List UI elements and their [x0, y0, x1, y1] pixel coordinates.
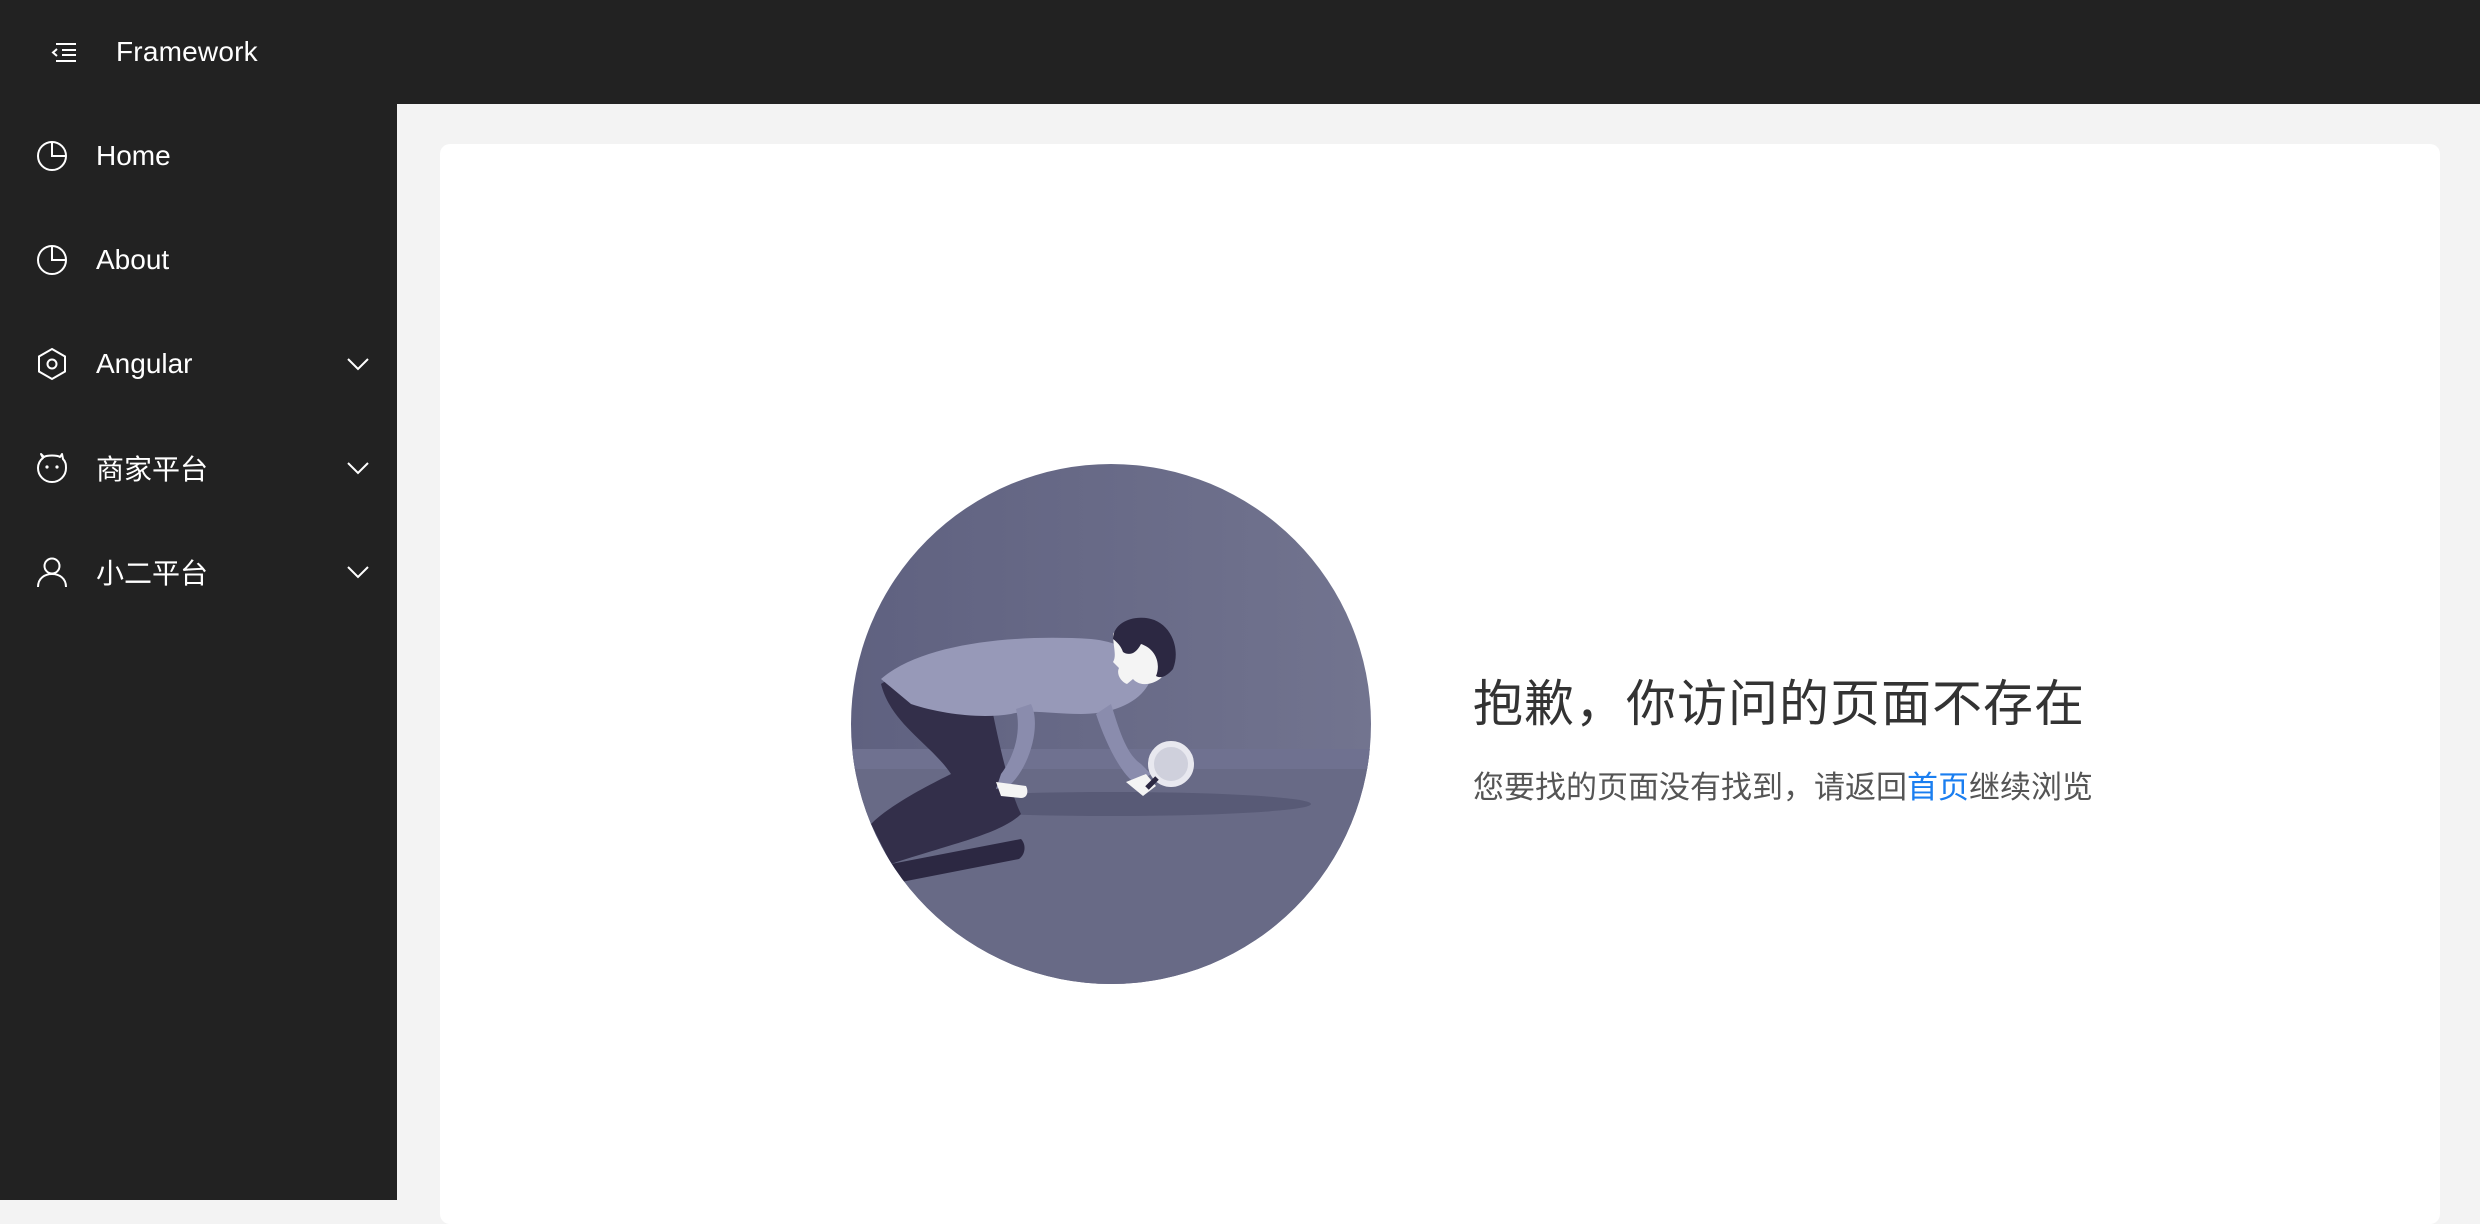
error-desc-before: 您要找的页面没有找到，请返回	[1473, 770, 1907, 806]
sidebar-item-operator-platform[interactable]: 小二平台	[0, 520, 397, 624]
sidebar-item-label: Home	[96, 140, 171, 171]
not-found-illustration	[851, 464, 1371, 984]
sidebar-item-label: Angular	[96, 348, 193, 379]
chevron-down-icon[interactable]	[344, 350, 372, 378]
home-link[interactable]: 首页	[1907, 770, 1969, 806]
pie-chart-icon	[34, 242, 70, 278]
sidebar-item-label: 商家平台	[96, 454, 209, 485]
menu-fold-icon[interactable]	[46, 34, 82, 70]
sidebar-item-about[interactable]: About	[0, 208, 397, 312]
sidebar-item-label: 小二平台	[96, 558, 209, 589]
error-description: 您要找的页面没有找到，请返回首页继续浏览	[1473, 762, 2093, 807]
chevron-down-icon[interactable]	[344, 558, 372, 586]
sidebar-item-label: About	[96, 244, 170, 275]
content-card: 抱歉，你访问的页面不存在 您要找的页面没有找到，请返回首页继续浏览	[440, 144, 2440, 1224]
hexagon-settings-icon	[34, 346, 70, 382]
smile-face-icon	[34, 450, 70, 486]
pie-chart-icon	[34, 138, 70, 174]
sidebar-item-merchant-platform[interactable]: 商家平台	[0, 416, 397, 520]
app-title: Framework	[116, 36, 258, 67]
error-desc-after: 继续浏览	[1969, 770, 2093, 806]
sidebar: Home About Angular 商家平台 小二平台	[0, 104, 397, 1200]
sidebar-item-angular[interactable]: Angular	[0, 312, 397, 416]
error-title: 抱歉，你访问的页面不存在	[1473, 675, 2085, 733]
top-header: Framework	[0, 0, 2480, 104]
chevron-down-icon[interactable]	[344, 454, 372, 482]
user-icon	[34, 554, 70, 590]
main-content: 抱歉，你访问的页面不存在 您要找的页面没有找到，请返回首页继续浏览	[397, 104, 2480, 1224]
sidebar-item-home[interactable]: Home	[0, 104, 397, 208]
